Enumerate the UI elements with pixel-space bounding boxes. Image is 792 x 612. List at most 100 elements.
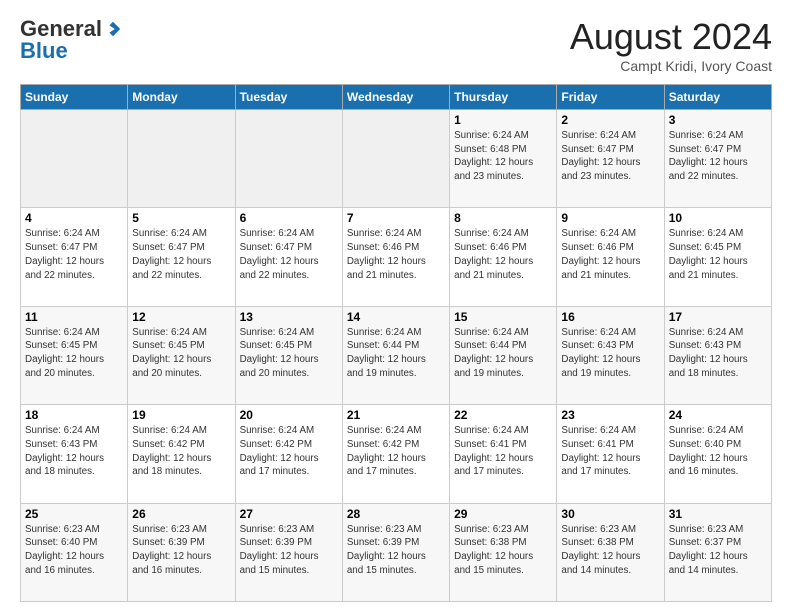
cell-info: Sunrise: 6:24 AM Sunset: 6:41 PM Dayligh… xyxy=(561,424,659,479)
cell-info: Sunrise: 6:24 AM Sunset: 6:48 PM Dayligh… xyxy=(454,129,552,184)
cell-info: Sunrise: 6:24 AM Sunset: 6:42 PM Dayligh… xyxy=(240,424,338,479)
cell-date-number: 13 xyxy=(240,310,338,324)
cell-date-number: 5 xyxy=(132,211,230,225)
calendar-cell: 4 Sunrise: 6:24 AM Sunset: 6:47 PM Daylig… xyxy=(21,208,128,306)
calendar-cell xyxy=(128,110,235,208)
calendar-cell: 2Sunrise: 6:24 AM Sunset: 6:47 PM Daylig… xyxy=(557,110,664,208)
header: General Blue August 2024 Campt Kridi, Iv… xyxy=(20,16,772,74)
day-header-friday: Friday xyxy=(557,85,664,110)
cell-date-number: 4 xyxy=(25,211,123,225)
location: Campt Kridi, Ivory Coast xyxy=(570,58,772,74)
calendar-cell: 16Sunrise: 6:24 AM Sunset: 6:43 PM Dayli… xyxy=(557,306,664,404)
calendar-cell: 19 Sunrise: 6:24 AM Sunset: 6:42 PM Dayli… xyxy=(128,405,235,503)
cell-info: Sunrise: 6:23 AM Sunset: 6:39 PM Dayligh… xyxy=(347,523,445,578)
calendar-cell: 17 Sunrise: 6:24 AM Sunset: 6:43 PM Dayli… xyxy=(664,306,771,404)
day-header-tuesday: Tuesday xyxy=(235,85,342,110)
logo-blue-text: Blue xyxy=(20,38,68,64)
day-headers-row: SundayMondayTuesdayWednesdayThursdayFrid… xyxy=(21,85,772,110)
cell-date-number: 29 xyxy=(454,507,552,521)
month-title: August 2024 xyxy=(570,16,772,58)
cell-info: Sunrise: 6:24 AM Sunset: 6:43 PM Dayligh… xyxy=(25,424,123,479)
calendar-cell: 27Sunrise: 6:23 AM Sunset: 6:39 PM Dayli… xyxy=(235,503,342,601)
cell-info: Sunrise: 6:24 AM Sunset: 6:46 PM Dayligh… xyxy=(454,227,552,282)
calendar-cell: 18Sunrise: 6:24 AM Sunset: 6:43 PM Dayli… xyxy=(21,405,128,503)
cell-info: Sunrise: 6:23 AM Sunset: 6:39 PM Dayligh… xyxy=(132,523,230,578)
cell-info: Sunrise: 6:24 AM Sunset: 6:40 PM Dayligh… xyxy=(669,424,767,479)
calendar-cell: 23 Sunrise: 6:24 AM Sunset: 6:41 PM Dayli… xyxy=(557,405,664,503)
cell-info: Sunrise: 6:24 AM Sunset: 6:47 PM Dayligh… xyxy=(240,227,338,282)
calendar-week-2: 4 Sunrise: 6:24 AM Sunset: 6:47 PM Daylig… xyxy=(21,208,772,306)
cell-date-number: 22 xyxy=(454,408,552,422)
cell-info: Sunrise: 6:23 AM Sunset: 6:40 PM Dayligh… xyxy=(25,523,123,578)
calendar-header: SundayMondayTuesdayWednesdayThursdayFrid… xyxy=(21,85,772,110)
day-header-thursday: Thursday xyxy=(450,85,557,110)
day-header-wednesday: Wednesday xyxy=(342,85,449,110)
calendar-cell: 30 Sunrise: 6:23 AM Sunset: 6:38 PM Dayli… xyxy=(557,503,664,601)
calendar-table: SundayMondayTuesdayWednesdayThursdayFrid… xyxy=(20,84,772,602)
calendar-cell: 14Sunrise: 6:24 AM Sunset: 6:44 PM Dayli… xyxy=(342,306,449,404)
cell-date-number: 30 xyxy=(561,507,659,521)
cell-info: Sunrise: 6:24 AM Sunset: 6:45 PM Dayligh… xyxy=(240,326,338,381)
calendar-cell: 10 Sunrise: 6:24 AM Sunset: 6:45 PM Dayli… xyxy=(664,208,771,306)
cell-info: Sunrise: 6:23 AM Sunset: 6:39 PM Dayligh… xyxy=(240,523,338,578)
calendar-cell xyxy=(342,110,449,208)
calendar-cell: 13 Sunrise: 6:24 AM Sunset: 6:45 PM Dayli… xyxy=(235,306,342,404)
cell-info: Sunrise: 6:24 AM Sunset: 6:47 PM Dayligh… xyxy=(25,227,123,282)
calendar-cell: 21 Sunrise: 6:24 AM Sunset: 6:42 PM Dayli… xyxy=(342,405,449,503)
title-section: August 2024 Campt Kridi, Ivory Coast xyxy=(570,16,772,74)
cell-info: Sunrise: 6:23 AM Sunset: 6:37 PM Dayligh… xyxy=(669,523,767,578)
cell-info: Sunrise: 6:24 AM Sunset: 6:44 PM Dayligh… xyxy=(347,326,445,381)
cell-date-number: 12 xyxy=(132,310,230,324)
cell-date-number: 26 xyxy=(132,507,230,521)
calendar-cell xyxy=(21,110,128,208)
cell-info: Sunrise: 6:24 AM Sunset: 6:45 PM Dayligh… xyxy=(132,326,230,381)
cell-date-number: 25 xyxy=(25,507,123,521)
day-header-monday: Monday xyxy=(128,85,235,110)
cell-info: Sunrise: 6:24 AM Sunset: 6:47 PM Dayligh… xyxy=(669,129,767,184)
cell-date-number: 6 xyxy=(240,211,338,225)
cell-date-number: 7 xyxy=(347,211,445,225)
calendar-week-3: 11 Sunrise: 6:24 AM Sunset: 6:45 PM Dayli… xyxy=(21,306,772,404)
calendar-cell: 7 Sunrise: 6:24 AM Sunset: 6:46 PM Daylig… xyxy=(342,208,449,306)
cell-info: Sunrise: 6:24 AM Sunset: 6:47 PM Dayligh… xyxy=(132,227,230,282)
cell-date-number: 21 xyxy=(347,408,445,422)
cell-info: Sunrise: 6:24 AM Sunset: 6:42 PM Dayligh… xyxy=(132,424,230,479)
cell-date-number: 20 xyxy=(240,408,338,422)
cell-info: Sunrise: 6:24 AM Sunset: 6:45 PM Dayligh… xyxy=(669,227,767,282)
calendar-cell: 5 Sunrise: 6:24 AM Sunset: 6:47 PM Daylig… xyxy=(128,208,235,306)
calendar-cell: 1 Sunrise: 6:24 AM Sunset: 6:48 PM Daylig… xyxy=(450,110,557,208)
cell-info: Sunrise: 6:24 AM Sunset: 6:46 PM Dayligh… xyxy=(347,227,445,282)
cell-date-number: 31 xyxy=(669,507,767,521)
calendar-cell: 15Sunrise: 6:24 AM Sunset: 6:44 PM Dayli… xyxy=(450,306,557,404)
cell-info: Sunrise: 6:24 AM Sunset: 6:43 PM Dayligh… xyxy=(669,326,767,381)
cell-info: Sunrise: 6:24 AM Sunset: 6:44 PM Dayligh… xyxy=(454,326,552,381)
cell-date-number: 1 xyxy=(454,113,552,127)
calendar-cell: 29Sunrise: 6:23 AM Sunset: 6:38 PM Dayli… xyxy=(450,503,557,601)
day-header-saturday: Saturday xyxy=(664,85,771,110)
day-header-sunday: Sunday xyxy=(21,85,128,110)
cell-date-number: 8 xyxy=(454,211,552,225)
cell-info: Sunrise: 6:24 AM Sunset: 6:42 PM Dayligh… xyxy=(347,424,445,479)
cell-date-number: 28 xyxy=(347,507,445,521)
calendar-cell: 20 Sunrise: 6:24 AM Sunset: 6:42 PM Dayli… xyxy=(235,405,342,503)
calendar-cell: 22 Sunrise: 6:24 AM Sunset: 6:41 PM Dayli… xyxy=(450,405,557,503)
cell-date-number: 19 xyxy=(132,408,230,422)
cell-date-number: 24 xyxy=(669,408,767,422)
cell-date-number: 17 xyxy=(669,310,767,324)
cell-info: Sunrise: 6:24 AM Sunset: 6:41 PM Dayligh… xyxy=(454,424,552,479)
cell-date-number: 23 xyxy=(561,408,659,422)
calendar-cell: 6 Sunrise: 6:24 AM Sunset: 6:47 PM Daylig… xyxy=(235,208,342,306)
logo-icon xyxy=(104,20,122,38)
cell-date-number: 9 xyxy=(561,211,659,225)
calendar-cell: 26 Sunrise: 6:23 AM Sunset: 6:39 PM Dayli… xyxy=(128,503,235,601)
cell-info: Sunrise: 6:23 AM Sunset: 6:38 PM Dayligh… xyxy=(561,523,659,578)
page: General Blue August 2024 Campt Kridi, Iv… xyxy=(0,0,792,612)
calendar-body: 1 Sunrise: 6:24 AM Sunset: 6:48 PM Daylig… xyxy=(21,110,772,602)
cell-info: Sunrise: 6:24 AM Sunset: 6:47 PM Dayligh… xyxy=(561,129,659,184)
cell-date-number: 11 xyxy=(25,310,123,324)
calendar-week-1: 1 Sunrise: 6:24 AM Sunset: 6:48 PM Daylig… xyxy=(21,110,772,208)
cell-info: Sunrise: 6:24 AM Sunset: 6:45 PM Dayligh… xyxy=(25,326,123,381)
cell-info: Sunrise: 6:24 AM Sunset: 6:46 PM Dayligh… xyxy=(561,227,659,282)
calendar-cell: 9 Sunrise: 6:24 AM Sunset: 6:46 PM Daylig… xyxy=(557,208,664,306)
cell-date-number: 10 xyxy=(669,211,767,225)
